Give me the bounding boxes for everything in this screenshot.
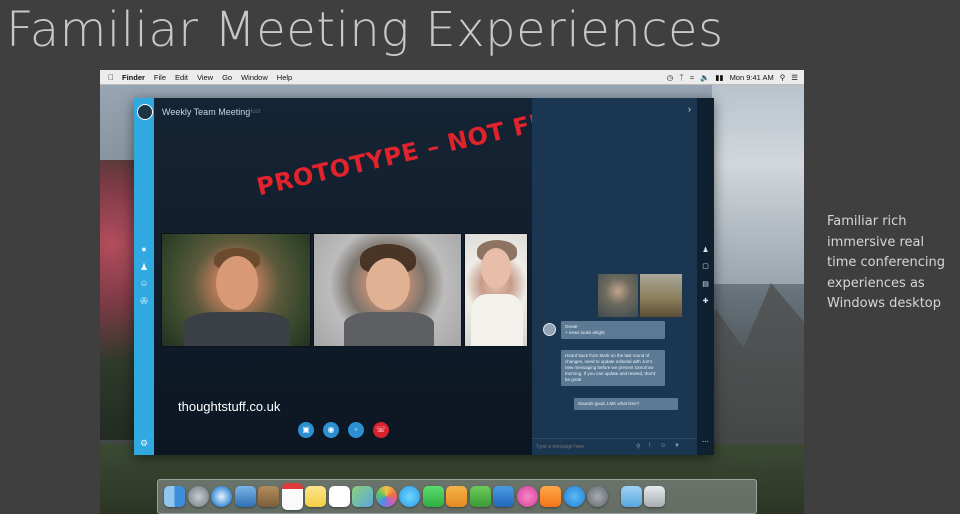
- microphone-icon: ◉: [327, 425, 335, 434]
- menu-file[interactable]: File: [154, 73, 166, 82]
- finder-icon[interactable]: [164, 486, 185, 507]
- call-controls: ▣ ◉ ▫ ☏: [298, 422, 389, 438]
- meeting-title: Weekly Team Meeting: [162, 107, 251, 117]
- chat-button[interactable]: ▫: [348, 422, 364, 438]
- notification-center-icon[interactable]: ☰: [791, 73, 798, 82]
- phone-hangup-icon: ☏: [375, 425, 386, 434]
- menu-finder[interactable]: Finder: [122, 73, 145, 82]
- menu-view[interactable]: View: [197, 73, 213, 82]
- chat-bubble-icon: ▫: [354, 425, 358, 434]
- slide-side-note: Familiar rich immersive real time confer…: [827, 214, 945, 311]
- menu-help[interactable]: Help: [277, 73, 292, 82]
- shared-content-thumbnails: [598, 274, 682, 317]
- thumbnail-video[interactable]: [598, 274, 638, 317]
- contacts-icon[interactable]: ♟: [139, 262, 149, 272]
- slide-title: Familiar Meeting Experiences: [6, 2, 724, 58]
- chevron-right-icon[interactable]: ›: [688, 104, 691, 114]
- recent-icon[interactable]: ●: [139, 244, 149, 254]
- right-rail: ♟ ▢ ▤ ✚ ⋯: [697, 98, 714, 455]
- calendar-icon[interactable]: [281, 483, 303, 510]
- mute-button[interactable]: ◉: [323, 422, 339, 438]
- dialpad-icon[interactable]: ✇: [139, 296, 149, 306]
- video-toggle-button[interactable]: ▣: [298, 422, 314, 438]
- hangup-button[interactable]: ☏: [373, 422, 389, 438]
- chat-input-bar: ⚲ ! ☺ ▼: [532, 438, 697, 455]
- meeting-subtitle: Host: [248, 109, 261, 115]
- chat-message-outgoing: Sounds good, LMK what time?: [574, 398, 678, 410]
- messages-icon[interactable]: [399, 486, 420, 507]
- mail-icon[interactable]: [234, 486, 256, 507]
- safari-icon[interactable]: [211, 486, 232, 507]
- video-tile-participant-2[interactable]: [313, 233, 462, 347]
- bot-icon[interactable]: ☺: [139, 278, 149, 288]
- contacts-icon[interactable]: [258, 486, 279, 507]
- mac-dock: [157, 479, 757, 514]
- mac-menubar:  Finder File Edit View Go Window Help ◷…: [100, 70, 804, 85]
- photos-icon[interactable]: [375, 486, 397, 507]
- pages-icon[interactable]: [446, 486, 467, 507]
- maps-icon[interactable]: [352, 486, 373, 507]
- meeting-app-window: ● ♟ ☺ ✇ ⚙ Weekly Team Meeting Host PROTO…: [134, 98, 714, 455]
- bluetooth-icon[interactable]: ᛉ: [679, 73, 684, 82]
- wifi-icon[interactable]: ≈: [690, 73, 694, 82]
- app-store-icon[interactable]: [563, 486, 585, 507]
- menu-window[interactable]: Window: [241, 73, 268, 82]
- volume-icon[interactable]: 🔈: [700, 73, 709, 82]
- alert-icon[interactable]: !: [649, 443, 651, 449]
- downloads-folder-icon[interactable]: [620, 486, 642, 507]
- video-tile-participant-3[interactable]: [464, 233, 528, 347]
- participants-icon[interactable]: ♟: [701, 246, 710, 255]
- menu-edit[interactable]: Edit: [175, 73, 188, 82]
- menubar-clock[interactable]: Mon 9:41 AM: [730, 73, 774, 82]
- camera-icon: ▣: [302, 425, 310, 434]
- emoji-icon[interactable]: ☺: [660, 443, 666, 449]
- spotlight-icon[interactable]: ⚲: [780, 73, 786, 82]
- chat-message-input[interactable]: [536, 442, 626, 451]
- keynote-icon[interactable]: [493, 486, 514, 507]
- trash-icon[interactable]: [644, 486, 665, 507]
- thumbnail-landscape[interactable]: [640, 274, 682, 317]
- mac-desktop-screenshot:  Finder File Edit View Go Window Help ◷…: [100, 70, 804, 514]
- attach-icon[interactable]: ⚲: [636, 443, 640, 450]
- launchpad-icon[interactable]: [187, 486, 209, 507]
- avatar[interactable]: [137, 104, 153, 120]
- chat-tab-icon[interactable]: ▢: [701, 262, 710, 271]
- send-icon[interactable]: ▼: [674, 443, 680, 449]
- watermark-text: thoughtstuff.co.uk: [178, 399, 281, 414]
- time-machine-icon[interactable]: ◷: [667, 73, 674, 82]
- menu-go[interactable]: Go: [222, 73, 232, 82]
- notes-icon[interactable]: [305, 486, 326, 507]
- system-preferences-icon[interactable]: [587, 486, 608, 507]
- itunes-icon[interactable]: [516, 486, 538, 507]
- call-stage: Weekly Team Meeting Host PROTOTYPE – NOT…: [154, 98, 596, 455]
- chat-message: Great! + news looks alright: [561, 321, 665, 339]
- ibooks-icon[interactable]: [540, 486, 561, 507]
- wallpaper-sky: [712, 84, 804, 284]
- app-sidebar: ● ♟ ☺ ✇ ⚙: [134, 98, 154, 455]
- settings-icon[interactable]: ⚙: [139, 438, 149, 448]
- numbers-icon[interactable]: [469, 486, 491, 507]
- apple-icon[interactable]: : [108, 73, 116, 82]
- facetime-icon[interactable]: [422, 486, 444, 507]
- chat-sender-avatar: [543, 323, 556, 336]
- battery-icon[interactable]: ▮▮: [715, 73, 723, 82]
- files-icon[interactable]: ▤: [701, 280, 710, 289]
- add-people-icon[interactable]: ✚: [701, 297, 710, 306]
- chat-message: Heard back from Mark on the last round o…: [561, 350, 665, 386]
- chat-panel: › Great! + news looks alright Heard back…: [532, 98, 697, 455]
- reminders-icon[interactable]: [328, 486, 350, 507]
- video-tile-participant-1[interactable]: [161, 233, 311, 347]
- more-options-icon[interactable]: ⋯: [701, 438, 710, 447]
